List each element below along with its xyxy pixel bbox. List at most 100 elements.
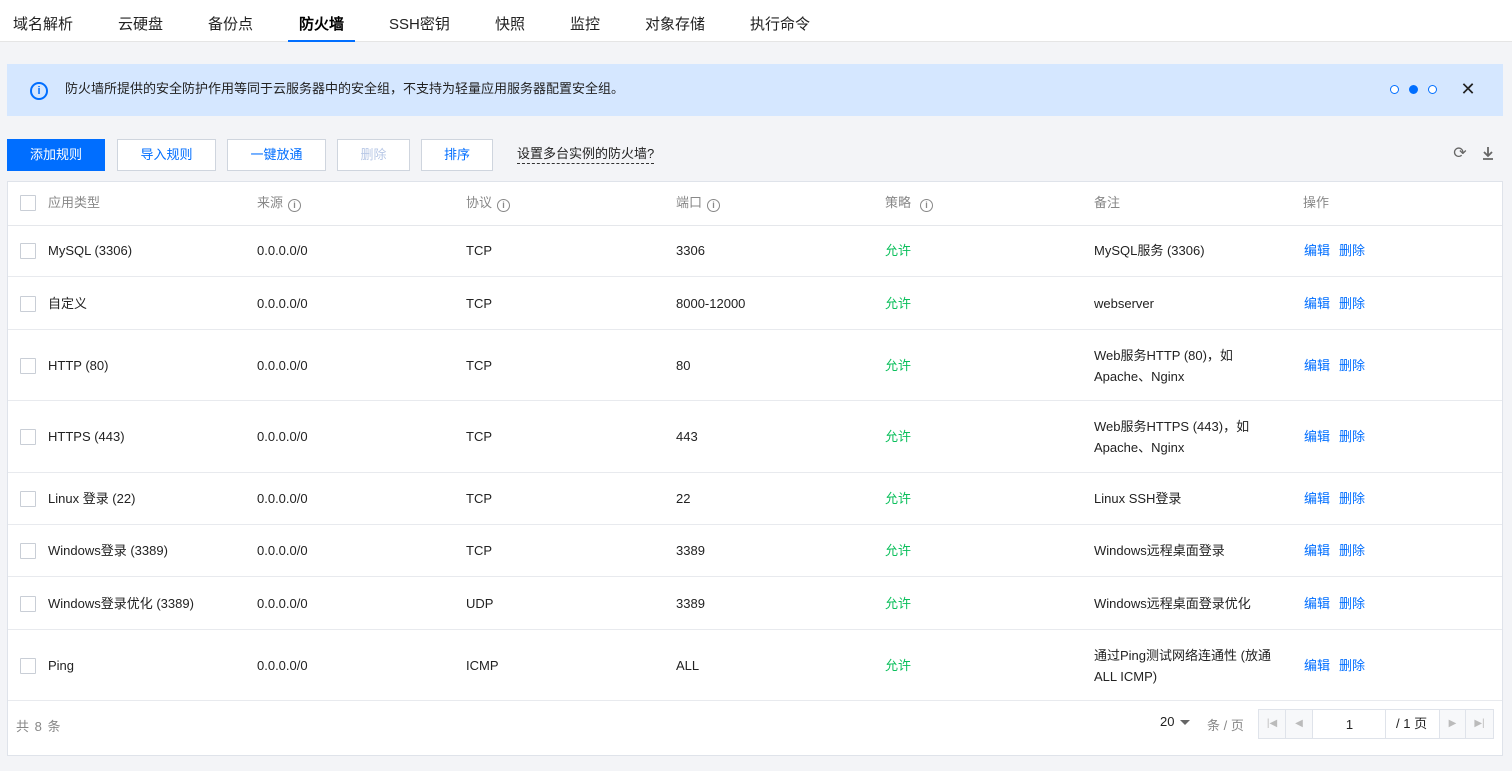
cell-remark: MySQL服务 (3306) bbox=[1094, 240, 1205, 261]
header-source: 来源 i bbox=[257, 182, 302, 224]
rules-table: 应用类型 来源 i 协议 i 端口 i 策略 i 备注 操作 MySQL (3306) 0… bbox=[7, 181, 1503, 756]
cell-protocol: UDP bbox=[466, 596, 494, 611]
add-rule-button[interactable]: 添加规则 bbox=[7, 139, 105, 171]
cell-source: 0.0.0.0/0 bbox=[257, 296, 308, 311]
cell-port: ALL bbox=[676, 658, 700, 673]
cell-remark: Windows远程桌面登录 bbox=[1094, 540, 1225, 561]
carousel-dot-1[interactable] bbox=[1390, 85, 1399, 94]
header-app-type: 应用类型 bbox=[48, 195, 101, 210]
table-row: HTTP (80) 0.0.0.0/0 TCP 80 允许 Web服务HTTP (80)，… bbox=[8, 330, 1502, 401]
cell-policy: 允许 bbox=[885, 543, 912, 558]
open-all-button[interactable]: 一键放通 bbox=[227, 139, 326, 171]
page-size-select[interactable]: 20 bbox=[1160, 714, 1191, 729]
tab-ssh-keys[interactable]: SSH密钥 bbox=[389, 0, 450, 41]
download-icon[interactable] bbox=[1479, 145, 1497, 163]
cell-source: 0.0.0.0/0 bbox=[257, 358, 308, 373]
remark-line: Web服务HTTPS (443)，如 bbox=[1094, 419, 1250, 434]
header-action: 操作 bbox=[1303, 195, 1330, 210]
carousel-dot-3[interactable] bbox=[1428, 85, 1437, 94]
cell-port: 80 bbox=[676, 358, 691, 373]
first-page-icon[interactable]: |◀ bbox=[1259, 710, 1286, 738]
cell-policy: 允许 bbox=[885, 658, 912, 673]
tab-dns[interactable]: 域名解析 bbox=[13, 0, 73, 41]
cell-policy: 允许 bbox=[885, 243, 912, 258]
help-icon[interactable]: i bbox=[497, 199, 511, 212]
help-icon[interactable]: i bbox=[707, 199, 721, 212]
cell-app-type: Windows登录优化 (3389) bbox=[48, 596, 194, 611]
cell-app-type: HTTP (80) bbox=[48, 358, 109, 373]
cell-app-type: Windows登录 (3389) bbox=[48, 543, 168, 558]
delete-link[interactable]: 删除 bbox=[1339, 428, 1365, 446]
cell-source: 0.0.0.0/0 bbox=[257, 429, 308, 444]
help-icon[interactable]: i bbox=[288, 199, 302, 212]
cell-app-type: 自定义 bbox=[48, 296, 88, 311]
delete-link[interactable]: 删除 bbox=[1339, 542, 1365, 560]
cell-source: 0.0.0.0/0 bbox=[257, 243, 308, 258]
help-icon[interactable]: i bbox=[920, 199, 934, 212]
prev-page-icon[interactable]: ◀ bbox=[1286, 710, 1313, 738]
notice-text: 防火墙所提供的安全防护作用等同于云服务器中的安全组，不支持为轻量应用服务器配置安… bbox=[65, 81, 625, 96]
header-remark: 备注 bbox=[1094, 195, 1121, 210]
next-page-icon[interactable]: ▶ bbox=[1439, 710, 1466, 738]
edit-link[interactable]: 编辑 bbox=[1304, 242, 1330, 260]
refresh-icon[interactable]: ⟳ bbox=[1451, 145, 1469, 163]
sort-button[interactable]: 排序 bbox=[421, 139, 493, 171]
carousel-dot-2[interactable] bbox=[1409, 85, 1418, 94]
total-pages-label: / 1 页 bbox=[1396, 716, 1428, 731]
per-page-label: 条 / 页 bbox=[1207, 718, 1244, 733]
close-icon[interactable]: ✕ bbox=[1458, 77, 1478, 101]
cell-policy: 允许 bbox=[885, 358, 912, 373]
cell-protocol: ICMP bbox=[466, 658, 499, 673]
row-checkbox[interactable] bbox=[20, 491, 36, 507]
cell-protocol: TCP bbox=[466, 543, 492, 558]
cell-source: 0.0.0.0/0 bbox=[257, 543, 308, 558]
delete-link[interactable]: 删除 bbox=[1339, 657, 1365, 675]
import-rules-button[interactable]: 导入规则 bbox=[117, 139, 216, 171]
delete-link[interactable]: 删除 bbox=[1339, 242, 1365, 260]
delete-link[interactable]: 删除 bbox=[1339, 357, 1365, 375]
edit-link[interactable]: 编辑 bbox=[1304, 428, 1330, 446]
cell-app-type: HTTPS (443) bbox=[48, 429, 125, 444]
multi-instance-firewall-link[interactable]: 设置多台实例的防火墙? bbox=[517, 146, 655, 164]
edit-link[interactable]: 编辑 bbox=[1304, 542, 1330, 560]
tab-cloud-disk[interactable]: 云硬盘 bbox=[118, 0, 163, 41]
pagination: |◀ ◀ / 1 页 ▶ ▶| bbox=[1258, 709, 1494, 739]
select-all-checkbox[interactable] bbox=[20, 195, 36, 211]
edit-link[interactable]: 编辑 bbox=[1304, 357, 1330, 375]
tab-run-command[interactable]: 执行命令 bbox=[750, 0, 810, 41]
edit-link[interactable]: 编辑 bbox=[1304, 657, 1330, 675]
cell-protocol: TCP bbox=[466, 491, 492, 506]
row-checkbox[interactable] bbox=[20, 543, 36, 559]
info-icon: i bbox=[30, 82, 48, 100]
delete-link[interactable]: 删除 bbox=[1339, 490, 1365, 508]
row-checkbox[interactable] bbox=[20, 429, 36, 445]
cell-policy: 允许 bbox=[885, 491, 912, 506]
edit-link[interactable]: 编辑 bbox=[1304, 490, 1330, 508]
delete-button[interactable]: 删除 bbox=[337, 139, 410, 171]
row-checkbox[interactable] bbox=[20, 596, 36, 612]
delete-link[interactable]: 删除 bbox=[1339, 295, 1365, 313]
total-count: 共 8 条 bbox=[16, 719, 62, 734]
remark-line: Apache、Nginx bbox=[1094, 369, 1185, 384]
cell-policy: 允许 bbox=[885, 596, 912, 611]
cell-remark: Windows远程桌面登录优化 bbox=[1094, 593, 1251, 614]
delete-link[interactable]: 删除 bbox=[1339, 595, 1365, 613]
cell-port: 22 bbox=[676, 491, 691, 506]
cell-protocol: TCP bbox=[466, 429, 492, 444]
row-checkbox[interactable] bbox=[20, 243, 36, 259]
page-number-input[interactable] bbox=[1314, 710, 1386, 738]
table-row: 自定义 0.0.0.0/0 TCP 8000-12000 允许 webserver 编辑 删除 bbox=[8, 277, 1502, 330]
tab-monitor[interactable]: 监控 bbox=[570, 0, 600, 41]
row-checkbox[interactable] bbox=[20, 296, 36, 312]
tab-backup[interactable]: 备份点 bbox=[208, 0, 253, 41]
tab-firewall[interactable]: 防火墙 bbox=[287, 0, 356, 42]
tab-snapshot[interactable]: 快照 bbox=[495, 0, 525, 41]
remark-line: Windows远程桌面登录 bbox=[1094, 543, 1225, 558]
tab-object-storage[interactable]: 对象存储 bbox=[645, 0, 705, 41]
last-page-icon[interactable]: ▶| bbox=[1466, 710, 1493, 738]
table-row: Linux 登录 (22) 0.0.0.0/0 TCP 22 允许 Linux SSH登录… bbox=[8, 473, 1502, 525]
row-checkbox[interactable] bbox=[20, 658, 36, 674]
edit-link[interactable]: 编辑 bbox=[1304, 295, 1330, 313]
edit-link[interactable]: 编辑 bbox=[1304, 595, 1330, 613]
row-checkbox[interactable] bbox=[20, 358, 36, 374]
